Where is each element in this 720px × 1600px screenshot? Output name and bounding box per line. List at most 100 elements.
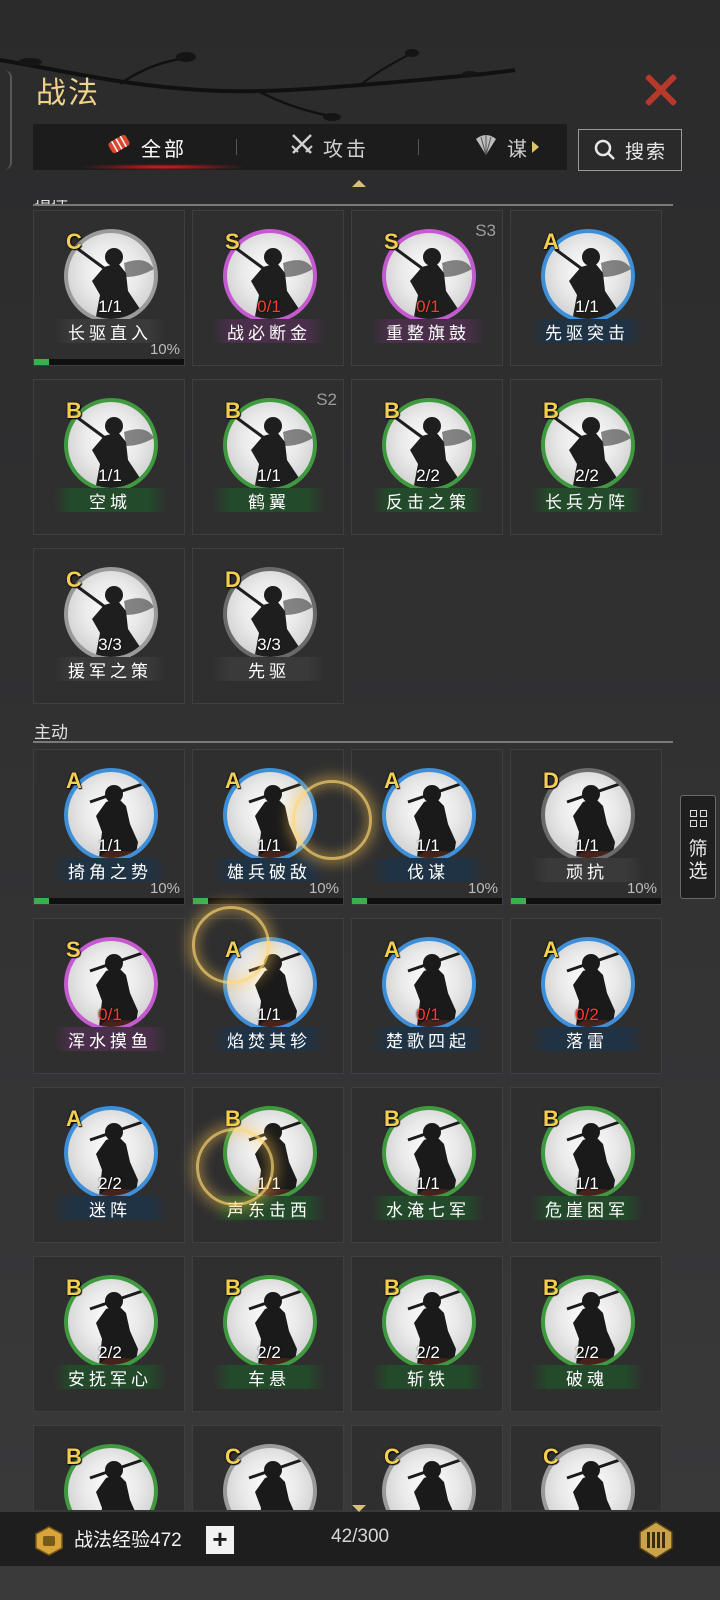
tactic-card[interactable]: A 1/1 先驱突击 [510, 210, 662, 366]
tactic-card[interactable]: A 0/1 楚歌四起 [351, 918, 503, 1074]
owned-count: 0/1 [416, 297, 440, 316]
tactic-card[interactable]: D 1/1 顽抗 10% [510, 749, 662, 905]
filter-button[interactable]: 筛 选 [680, 795, 716, 899]
tactic-name: 鹤翼 [213, 488, 325, 513]
section-active-label: 主动 [34, 723, 68, 742]
owned-count: 1/1 [416, 1174, 440, 1193]
owned-count: 2/2 [257, 1343, 281, 1362]
grade-badge: B [66, 1275, 82, 1300]
grade-badge: A [543, 229, 559, 254]
owned-count: 1/1 [257, 1005, 281, 1024]
tab-strategy-label: 谋 [507, 138, 530, 161]
tactic-card[interactable]: B 2/2 安抚军心 [33, 1256, 185, 1412]
grade-badge: B [66, 398, 82, 423]
tactic-card[interactable]: B 2/2 反击之策 [351, 379, 503, 535]
grade-badge: A [384, 768, 400, 793]
tactic-card[interactable]: A 2/2 迷阵 [33, 1087, 185, 1243]
tactic-card[interactable]: A 0/2 落雷 [510, 918, 662, 1074]
tactic-name: 车悬 [213, 1365, 325, 1390]
tactic-card[interactable]: B 2/2 长兵方阵 [510, 379, 662, 535]
tactic-card[interactable]: B 1/1 声东击西 [192, 1087, 344, 1243]
grade-badge: B [384, 1106, 400, 1131]
tactic-card[interactable]: C 3/3 援军之策 [33, 548, 185, 704]
tactic-card[interactable]: B 1/1 鹤翼 S2 [192, 379, 344, 535]
tab-attack-label: 攻击 [323, 138, 369, 161]
tactic-card[interactable]: B 2/2 破魂 [510, 1256, 662, 1412]
storage-chest-icon[interactable] [636, 1520, 676, 1560]
owned-count: 1/1 [257, 1174, 281, 1193]
owned-count: 1/1 [575, 836, 599, 855]
tab-all-label: 全部 [141, 138, 187, 161]
owned-count: 1/1 [98, 297, 122, 316]
add-exp-button[interactable]: + [206, 1526, 234, 1554]
tactic-name: 伐谋 [372, 858, 484, 883]
tab-strategy[interactable]: 谋 [473, 124, 539, 170]
tactic-name: 落雷 [531, 1027, 643, 1052]
owned-count: 1/1 [416, 836, 440, 855]
tactic-card[interactable]: A 1/1 伐谋 10% [351, 749, 503, 905]
tactic-card[interactable]: B 2/2 车悬 [192, 1256, 344, 1412]
tab-all[interactable]: 全部 [105, 124, 187, 170]
tactic-card[interactable]: C [192, 1425, 344, 1510]
progress-label: 10% [308, 880, 339, 897]
tactic-name: 破魂 [531, 1365, 643, 1390]
grade-badge: A [66, 1106, 82, 1131]
tactic-card[interactable]: S 0/1 浑水摸鱼 [33, 918, 185, 1074]
filter-label-1: 筛 [688, 839, 708, 860]
progress-fill [34, 359, 49, 365]
search-icon [594, 139, 615, 160]
tactic-card[interactable]: A 1/1 雄兵破敌 10% [192, 749, 344, 905]
progress-label: 10% [626, 880, 657, 897]
tactic-name: 安抚军心 [54, 1365, 166, 1390]
owned-count: 1/1 [98, 836, 122, 855]
tactic-card[interactable]: C [510, 1425, 662, 1510]
scroll-up-indicator [352, 180, 366, 187]
page-title: 战法 [36, 76, 100, 111]
tactic-card[interactable]: D 3/3 先驱 [192, 548, 344, 704]
tactic-name: 迷阵 [54, 1196, 166, 1221]
close-icon[interactable] [640, 70, 680, 110]
tactic-card[interactable]: B [33, 1425, 185, 1510]
tab-scroll-right-icon[interactable] [532, 141, 539, 153]
owned-count: 1/1 [257, 466, 281, 485]
owned-count: 2/2 [575, 466, 599, 485]
tactic-name: 掎角之势 [54, 858, 166, 883]
search-button[interactable]: 搜索 [578, 129, 682, 171]
grade-badge: S [225, 229, 240, 254]
grade-badge: C [66, 567, 82, 592]
tactic-card[interactable]: A 1/1 掎角之势 10% [33, 749, 185, 905]
fist-icon [35, 1526, 63, 1556]
grade-badge: C [384, 1444, 400, 1469]
tactic-name: 空城 [54, 488, 166, 513]
left-frame-decoration [0, 70, 12, 170]
tactic-name: 斩铁 [372, 1365, 484, 1390]
tab-attack[interactable]: 攻击 [289, 124, 369, 170]
grade-badge: A [384, 937, 400, 962]
grade-badge: S [66, 937, 81, 962]
tactics-list[interactable]: 指挥 C1/1长驱直入10%S0/1战必断金S0/1重整旗鼓S3A1/1先驱突击… [0, 200, 720, 1510]
owned-count: 2/2 [98, 1174, 122, 1193]
tactic-card[interactable]: S 0/1 重整旗鼓 S3 [351, 210, 503, 366]
scroll-icon [105, 130, 133, 164]
tactic-card[interactable]: A 1/1 焰焚其轸 [192, 918, 344, 1074]
bottom-bar: 战法经验472 + 42/300 [0, 1512, 720, 1566]
tactic-card[interactable]: C 1/1 长驱直入 10% [33, 210, 185, 366]
grade-badge: A [225, 768, 241, 793]
tactic-card[interactable]: S 0/1 战必断金 [192, 210, 344, 366]
progress-bar [34, 898, 184, 904]
owned-count: 3/3 [257, 635, 281, 654]
tactic-card[interactable]: B 2/2 斩铁 [351, 1256, 503, 1412]
tactic-card[interactable]: C [351, 1425, 503, 1510]
grade-badge: B [225, 1275, 241, 1300]
tactic-card[interactable]: B 1/1 危崖困军 [510, 1087, 662, 1243]
owned-count: 2/2 [416, 1343, 440, 1362]
tactic-card[interactable]: B 1/1 空城 [33, 379, 185, 535]
tab-divider [418, 139, 419, 155]
tactic-card[interactable]: B 1/1 水淹七军 [351, 1087, 503, 1243]
owned-count: 0/1 [416, 1005, 440, 1024]
owned-count: 0/1 [257, 297, 281, 316]
owned-count: 1/1 [575, 1174, 599, 1193]
tactic-name: 先驱 [213, 657, 325, 682]
grade-badge: B [66, 1444, 82, 1469]
owned-count: 1/1 [98, 466, 122, 485]
